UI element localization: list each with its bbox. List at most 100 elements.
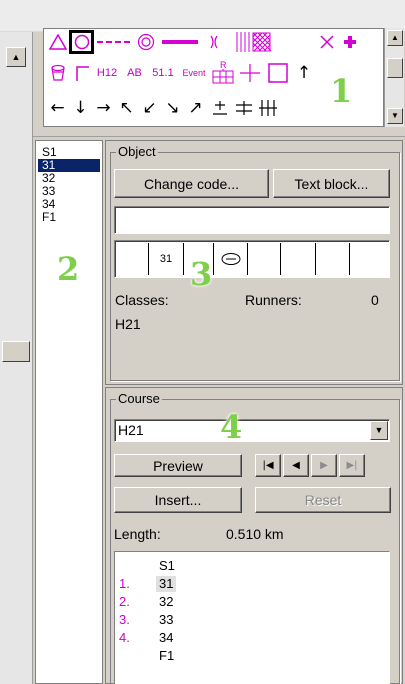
text-number-icon[interactable]: 51.1 (148, 62, 178, 84)
runners-value: 0 (371, 292, 379, 308)
thick-line-icon[interactable] (159, 31, 201, 53)
leg-number: 4. (119, 630, 130, 645)
description-code-value: 31 (159, 253, 173, 265)
palette-scrollbar[interactable]: ▲ ▼ (384, 28, 404, 127)
description-cell-code: 31 (149, 243, 184, 275)
down-left-arrow-glyph: ↙ (142, 98, 157, 118)
description-cell (248, 243, 281, 275)
previous-control-icon[interactable]: ◀ (283, 454, 309, 477)
up-arrow-icon[interactable]: ↑ (292, 62, 316, 84)
list-item[interactable]: 3. 33 (115, 612, 385, 628)
leg-code: 34 (159, 630, 174, 645)
annotation-1: 1 (330, 72, 353, 110)
left-arrow-glyph: ← (50, 98, 65, 118)
leg-number: 1. (119, 576, 130, 591)
text-block-button[interactable]: Text block... (273, 169, 390, 198)
text-event-icon[interactable]: Event (179, 62, 209, 84)
down-arrow-glyph: ↓ (73, 98, 88, 118)
scrollbar-thumb[interactable] (2, 341, 30, 362)
course-group-title: Course (116, 391, 162, 406)
corner-marker-icon[interactable] (70, 62, 93, 84)
up-right-arrow-glyph: ↗ (188, 98, 203, 118)
dashed-line-icon[interactable] (95, 31, 133, 53)
list-item[interactable]: 1. 31 (115, 576, 385, 592)
list-item[interactable]: F1 (38, 211, 100, 224)
h12-label: H12 (96, 66, 118, 79)
palette-scroll-thumb[interactable] (387, 58, 403, 78)
first-control-icon[interactable]: |◀ (255, 454, 281, 477)
plus-minus-icon[interactable] (208, 97, 231, 119)
down-right-arrow-icon[interactable]: ↘ (161, 97, 184, 119)
up-left-arrow-icon[interactable]: ↖ (115, 97, 138, 119)
down-left-arrow-icon[interactable]: ↙ (138, 97, 161, 119)
list-item[interactable]: S1 (115, 558, 385, 574)
list-item[interactable]: 2. 32 (115, 594, 385, 610)
refreshment-grid-icon[interactable]: R (210, 59, 236, 85)
dropdown-arrow-icon[interactable]: ▼ (370, 421, 388, 440)
left-arrow-icon[interactable]: ← (46, 97, 69, 119)
cup-icon[interactable] (46, 62, 69, 84)
first-aid-icon[interactable] (338, 31, 361, 53)
leg-code-highlighted: 31 (156, 576, 177, 592)
text-h12-icon[interactable]: H12 (93, 62, 121, 84)
course-select[interactable]: H21 ▼ (114, 419, 390, 442)
knoll-feature-icon (221, 253, 240, 265)
insert-button[interactable]: Insert... (114, 487, 242, 513)
description-cell (281, 243, 316, 275)
pane-splitter[interactable] (33, 127, 405, 137)
palette-scroll-down-icon[interactable]: ▼ (387, 108, 403, 124)
annotation-3: 3 (190, 255, 213, 293)
object-group-title: Object (116, 144, 158, 159)
bar-separator-icon[interactable] (256, 97, 279, 119)
annotation-2: 2 (57, 250, 80, 288)
preview-button[interactable]: Preview (114, 454, 242, 477)
classes-value: H21 (115, 316, 141, 332)
classes-label: Classes: (115, 292, 169, 308)
list-item[interactable]: F1 (115, 648, 385, 664)
length-value: 0.510 km (226, 526, 284, 542)
control-description-cells[interactable]: 31 (114, 240, 390, 278)
up-right-arrow-icon[interactable]: ↗ (184, 97, 207, 119)
double-circle-icon[interactable] (134, 31, 157, 53)
annotation-4: 4 (220, 408, 243, 446)
next-control-icon[interactable]: ▶ (311, 454, 337, 477)
text-ab-icon[interactable]: AB (122, 62, 147, 84)
list-item[interactable]: 4. 34 (115, 630, 385, 646)
leg-number: 2. (119, 594, 130, 609)
length-label: Length: (114, 526, 161, 542)
palette-scroll-up-icon[interactable]: ▲ (387, 30, 403, 46)
triangle-icon[interactable] (46, 31, 69, 53)
up-left-arrow-glyph: ↖ (119, 98, 134, 118)
leg-code: 32 (159, 594, 174, 609)
reset-button[interactable]: Reset (255, 487, 391, 513)
ab-label: AB (127, 66, 142, 79)
leg-number: 3. (119, 612, 130, 627)
scroll-up-arrow-icon[interactable]: ▲ (6, 47, 26, 67)
circle-icon[interactable] (69, 30, 94, 54)
leg-code: S1 (159, 558, 175, 573)
down-arrow-icon[interactable]: ↓ (69, 97, 92, 119)
course-select-value: H21 (118, 422, 144, 438)
plus-marker-icon[interactable] (237, 62, 262, 84)
cross-icon[interactable] (315, 31, 338, 53)
right-arrow-glyph: → (96, 98, 111, 118)
last-control-icon[interactable]: ▶| (339, 454, 365, 477)
control-list[interactable]: S1 31 32 33 34 F1 (35, 140, 103, 684)
down-right-arrow-glyph: ↘ (165, 98, 180, 118)
course-leg-list[interactable]: S1 1. 31 2. 32 3. 33 4. 34 F1 (114, 551, 390, 684)
crossing-point-icon[interactable] (202, 31, 225, 53)
svg-text:R: R (220, 60, 227, 70)
event-label: Event (182, 67, 206, 78)
hatch-pattern-icon[interactable] (234, 31, 272, 53)
leg-code: 33 (159, 612, 174, 627)
number-label: 51.1 (152, 66, 174, 79)
leg-code: F1 (159, 648, 175, 663)
object-text-field[interactable] (114, 206, 390, 234)
description-cell (350, 243, 380, 275)
square-outline-icon[interactable] (266, 62, 290, 84)
double-line-icon[interactable] (232, 97, 255, 119)
description-cell (117, 243, 149, 275)
change-code-button[interactable]: Change code... (114, 169, 269, 198)
right-arrow-icon[interactable]: → (92, 97, 115, 119)
description-cell-feature (214, 243, 248, 275)
